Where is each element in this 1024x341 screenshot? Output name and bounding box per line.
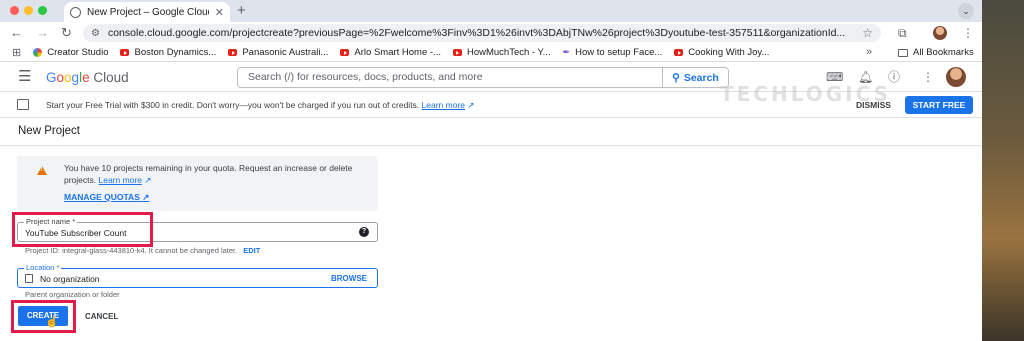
pen-icon: ✒ (562, 47, 571, 57)
youtube-icon (228, 49, 238, 56)
watermark-text: TECHLOGICS (720, 82, 892, 106)
google-cloud-logo[interactable]: Google Cloud (46, 70, 129, 85)
close-tab-icon[interactable]: ✕ (215, 6, 224, 19)
search-input[interactable]: Search (/) for resources, docs, products… (238, 68, 662, 87)
console-search: Search (/) for resources, docs, products… (237, 67, 729, 88)
tab-title: New Project – Google Cloud c (87, 6, 209, 18)
bookmark-item[interactable]: Creator Studio (33, 47, 108, 58)
highlight-box-project-name (12, 212, 153, 247)
bookmark-label: How to setup Face... (575, 47, 663, 58)
url-field[interactable]: ⚙ console.cloud.google.com/projectcreate… (83, 24, 881, 42)
apps-grid-icon[interactable]: ⊞ (12, 46, 21, 59)
creator-studio-icon (33, 48, 43, 57)
bookmarks-bar: ⊞ Creator Studio Boston Dynamics... Pana… (0, 44, 982, 62)
tab-strip: New Project – Google Cloud c ✕ + ⌄ (0, 0, 982, 22)
all-bookmarks-button[interactable]: All Bookmarks (898, 47, 974, 58)
youtube-icon (674, 49, 684, 56)
browser-menu-icon[interactable]: ⋮ (962, 25, 974, 41)
address-bar-row: ← → ↻ ⚙ console.cloud.google.com/project… (0, 22, 982, 44)
bookmark-star-icon[interactable]: ☆ (862, 26, 873, 40)
location-value: No organization (40, 274, 100, 284)
browse-button[interactable]: BROWSE (331, 274, 367, 283)
site-info-icon[interactable]: ⚙ (91, 28, 100, 39)
bookmark-item[interactable]: Panasonic Australi... (228, 47, 328, 58)
new-tab-button[interactable]: + (237, 3, 246, 19)
bookmark-item[interactable]: Boston Dynamics... (120, 47, 216, 58)
bookmark-item[interactable]: HowMuchTech - Y... (452, 47, 551, 58)
help-icon[interactable]: ? (359, 227, 369, 237)
bookmark-label: Creator Studio (47, 47, 109, 58)
youtube-icon (120, 49, 130, 56)
search-button-label: Search (683, 71, 719, 84)
extensions-icon[interactable]: ⧉ (898, 25, 907, 41)
highlight-box-create (11, 300, 76, 333)
location-helper: Parent organization or folder (25, 290, 120, 299)
quota-warning-box: You have 10 projects remaining in your q… (17, 156, 378, 211)
globe-icon (70, 6, 81, 18)
settings-more-icon[interactable]: ⋮ (922, 70, 934, 84)
manage-quotas-link[interactable]: MANAGE QUOTAS ↗ (64, 192, 149, 203)
reload-button[interactable]: ↻ (61, 25, 72, 41)
gift-icon (17, 99, 29, 110)
bookmark-label: Boston Dynamics... (134, 47, 217, 58)
bookmark-item[interactable]: Cooking With Joy... (674, 47, 769, 58)
external-link-icon: ↗ (467, 100, 475, 110)
more-bookmarks-button[interactable]: » (866, 46, 872, 58)
browser-profile-avatar[interactable] (933, 26, 947, 40)
bookmark-label: Cooking With Joy... (688, 47, 770, 58)
url-text: console.cloud.google.com/projectcreate?p… (107, 27, 846, 39)
browser-window: New Project – Google Cloud c ✕ + ⌄ ← → ↻… (0, 0, 982, 341)
tab-search-button[interactable]: ⌄ (958, 3, 974, 19)
search-button[interactable]: ⚲ Search (662, 68, 728, 87)
external-link-icon: ↗ (144, 175, 152, 185)
project-id-text: Project ID: integral-glass-443810-k4. It… (25, 246, 238, 255)
project-id-helper: Project ID: integral-glass-443810-k4. It… (25, 246, 260, 255)
organization-building-icon (25, 274, 33, 283)
back-button[interactable]: ← (10, 25, 23, 41)
all-bookmarks-label: All Bookmarks (913, 47, 974, 58)
warning-icon (37, 166, 47, 175)
cancel-button[interactable]: CANCEL (85, 312, 118, 321)
bookmark-label: Arlo Smart Home -... (354, 47, 441, 58)
manage-quotas-label: MANAGE QUOTAS (64, 192, 140, 202)
location-label: Location * (24, 263, 62, 272)
browser-tab[interactable]: New Project – Google Cloud c ✕ (64, 2, 230, 22)
bookmark-label: HowMuchTech - Y... (466, 47, 551, 58)
youtube-icon (340, 49, 350, 56)
quota-message: You have 10 projects remaining in your q… (64, 162, 364, 186)
start-free-button[interactable]: START FREE (905, 96, 973, 114)
bookmark-item[interactable]: ✒ How to setup Face... (563, 47, 663, 58)
menu-hamburger-icon[interactable]: ☰ (18, 69, 31, 84)
forward-button[interactable]: → (36, 25, 49, 41)
edit-project-id-button[interactable]: EDIT (243, 246, 260, 255)
trial-learn-more-link[interactable]: Learn more (422, 100, 465, 110)
close-window-button[interactable] (10, 6, 19, 15)
location-field[interactable]: Location * No organization BROWSE (17, 263, 378, 288)
account-avatar[interactable] (946, 67, 966, 87)
bookmark-item[interactable]: Arlo Smart Home -... (340, 47, 441, 58)
divider (0, 145, 982, 146)
trial-message: Start your Free Trial with $300 in credi… (46, 100, 475, 111)
youtube-icon (452, 49, 462, 56)
folder-icon (898, 48, 908, 57)
trial-message-text: Start your Free Trial with $300 in credi… (46, 100, 420, 110)
bookmark-label: Panasonic Australi... (242, 47, 329, 58)
page-title: New Project (18, 125, 80, 137)
search-icon: ⚲ (672, 71, 680, 84)
minimize-window-button[interactable] (24, 6, 33, 15)
quota-learn-more-link[interactable]: Learn more (99, 175, 142, 185)
maximize-window-button[interactable] (38, 6, 47, 15)
